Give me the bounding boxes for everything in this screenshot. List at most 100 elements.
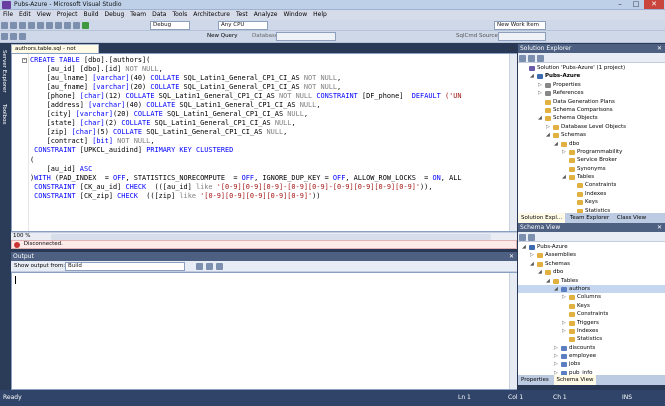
refresh-icon[interactable]: [537, 55, 544, 62]
expander-icon[interactable]: ◢: [530, 260, 534, 268]
copy-icon[interactable]: [46, 22, 53, 29]
schema-close-icon[interactable]: ✕: [657, 223, 662, 232]
sqlcmd-dropdown[interactable]: [498, 32, 546, 41]
zoom-level[interactable]: 100 %: [13, 233, 30, 239]
tree-item[interactable]: ▷ Triggers: [518, 319, 665, 327]
expander-icon[interactable]: ◢: [538, 268, 542, 276]
code-text[interactable]: CREATE TABLE [dbo].[authors]( [au_id] [d…: [30, 56, 516, 201]
output-scrollbar[interactable]: [509, 273, 517, 389]
tree-item[interactable]: ◢ Schemas: [518, 131, 665, 139]
cut-icon[interactable]: [37, 22, 44, 29]
new-work-item-button[interactable]: New Work Item: [494, 21, 546, 30]
filter-icon[interactable]: [519, 234, 526, 241]
expander-icon[interactable]: ◢: [554, 285, 558, 293]
tree-item[interactable]: ▷ discounts: [518, 344, 665, 352]
menu-item-project[interactable]: Project: [54, 10, 81, 20]
tree-item[interactable]: Keys: [518, 198, 665, 206]
expander-icon[interactable]: ▷: [562, 327, 566, 335]
menu-item-architecture[interactable]: Architecture: [190, 10, 233, 20]
editor-vertical-scrollbar[interactable]: [509, 54, 517, 231]
tree-item[interactable]: ◢ dbo: [518, 140, 665, 148]
tree-item[interactable]: ◢ Schema Objects: [518, 114, 665, 122]
expander-icon[interactable]: ◢: [522, 243, 526, 251]
menu-item-window[interactable]: Window: [280, 10, 310, 20]
tree-item[interactable]: Service Broker: [518, 156, 665, 164]
tree-item[interactable]: ◢ authors: [518, 284, 665, 294]
tree-item[interactable]: ◢ Tables: [518, 173, 665, 181]
sort-icon[interactable]: [528, 234, 535, 241]
tree-item[interactable]: Data Generation Plans: [518, 98, 665, 106]
sql-editor[interactable]: - CREATE TABLE [dbo].[authors]( [au_id] …: [11, 53, 517, 232]
expander-icon[interactable]: ▷: [554, 352, 558, 360]
word-wrap-icon[interactable]: [216, 263, 223, 270]
expander-icon[interactable]: ◢: [530, 72, 534, 80]
menu-item-debug[interactable]: Debug: [102, 10, 128, 20]
save-icon[interactable]: [19, 22, 26, 29]
menu-item-file[interactable]: File: [0, 10, 16, 20]
tab-schema-view[interactable]: Schema View: [553, 375, 597, 385]
tree-item[interactable]: ▷ jobs: [518, 360, 665, 368]
menu-item-tools[interactable]: Tools: [169, 10, 190, 20]
tree-item[interactable]: ◢ dbo: [518, 268, 665, 276]
server-explorer-tab[interactable]: Server Explorer: [1, 50, 7, 93]
expander-icon[interactable]: ▷: [530, 251, 534, 259]
tab-solution-explorer[interactable]: Solution Expl...: [518, 213, 566, 223]
expander-icon[interactable]: ▷: [562, 293, 566, 301]
tree-item[interactable]: ▷ Properties: [518, 81, 665, 89]
new-query-button[interactable]: New Query: [207, 33, 237, 39]
clear-all-icon[interactable]: [206, 263, 213, 270]
save-all-icon[interactable]: [28, 22, 35, 29]
show-output-dropdown[interactable]: Build: [65, 262, 185, 271]
menu-item-data[interactable]: Data: [149, 10, 169, 20]
output-pane[interactable]: [11, 272, 517, 390]
tree-item[interactable]: ▷ employee: [518, 352, 665, 360]
platform-dropdown[interactable]: Any CPU: [218, 21, 268, 30]
close-document-button[interactable]: ✕: [509, 45, 514, 52]
tree-item[interactable]: Constraints: [518, 310, 665, 318]
start-debug-icon[interactable]: [82, 22, 89, 29]
menu-item-team[interactable]: Team: [127, 10, 149, 20]
expander-icon[interactable]: ◢: [538, 114, 542, 122]
minimize-button[interactable]: –: [612, 0, 628, 9]
menu-item-test[interactable]: Test: [233, 10, 251, 20]
expander-icon[interactable]: ◢: [554, 140, 558, 148]
expander-icon[interactable]: ▷: [554, 344, 558, 352]
new-project-icon[interactable]: [1, 22, 8, 29]
undo-icon[interactable]: [64, 22, 71, 29]
close-window-button[interactable]: ✕: [644, 0, 664, 9]
tree-item[interactable]: Constraints: [518, 181, 665, 189]
menu-item-edit[interactable]: Edit: [16, 10, 34, 20]
properties-icon[interactable]: [519, 55, 526, 62]
menu-item-build[interactable]: Build: [80, 10, 101, 20]
tree-item[interactable]: ◢ Pubs-Azure: [518, 72, 665, 80]
expander-icon[interactable]: ◢: [546, 131, 550, 139]
find-message-icon[interactable]: [196, 263, 203, 270]
tree-item[interactable]: ▷ Database Level Objects: [518, 123, 665, 131]
expander-icon[interactable]: ▷: [538, 81, 542, 89]
tree-item[interactable]: ◢ Tables: [518, 277, 665, 285]
paste-icon[interactable]: [55, 22, 62, 29]
output-close-icon[interactable]: ✕: [509, 252, 514, 261]
expander-icon[interactable]: ▷: [562, 148, 566, 156]
tree-item[interactable]: Indexes: [518, 190, 665, 198]
menu-item-view[interactable]: View: [34, 10, 54, 20]
pin-icon[interactable]: ✕: [657, 44, 662, 53]
tree-item[interactable]: ▷ Indexes: [518, 327, 665, 335]
toolbox-tab[interactable]: Toolbox: [1, 104, 7, 125]
menu-item-help[interactable]: Help: [310, 10, 330, 20]
expander-icon[interactable]: ◢: [546, 277, 550, 285]
tab-class-view[interactable]: Class View: [614, 213, 649, 223]
document-tab[interactable]: authors.table.sql - not connected: [11, 44, 99, 60]
tree-item[interactable]: Schema Comparisons: [518, 106, 665, 114]
collapse-icon[interactable]: -: [22, 58, 27, 63]
show-all-files-icon[interactable]: [528, 55, 535, 62]
expander-icon[interactable]: ▷: [562, 319, 566, 327]
expander-icon[interactable]: ▷: [538, 89, 542, 97]
menu-item-analyze[interactable]: Analyze: [251, 10, 281, 20]
tab-team-explorer[interactable]: Team Explorer: [567, 213, 612, 223]
tree-item[interactable]: Solution 'Pubs-Azure' (1 project): [518, 64, 665, 72]
tree-item[interactable]: ▷ Assemblies: [518, 251, 665, 259]
expander-icon[interactable]: ▷: [546, 123, 550, 131]
tree-item[interactable]: ▷ References: [518, 89, 665, 97]
tree-item[interactable]: Statistics: [518, 335, 665, 343]
